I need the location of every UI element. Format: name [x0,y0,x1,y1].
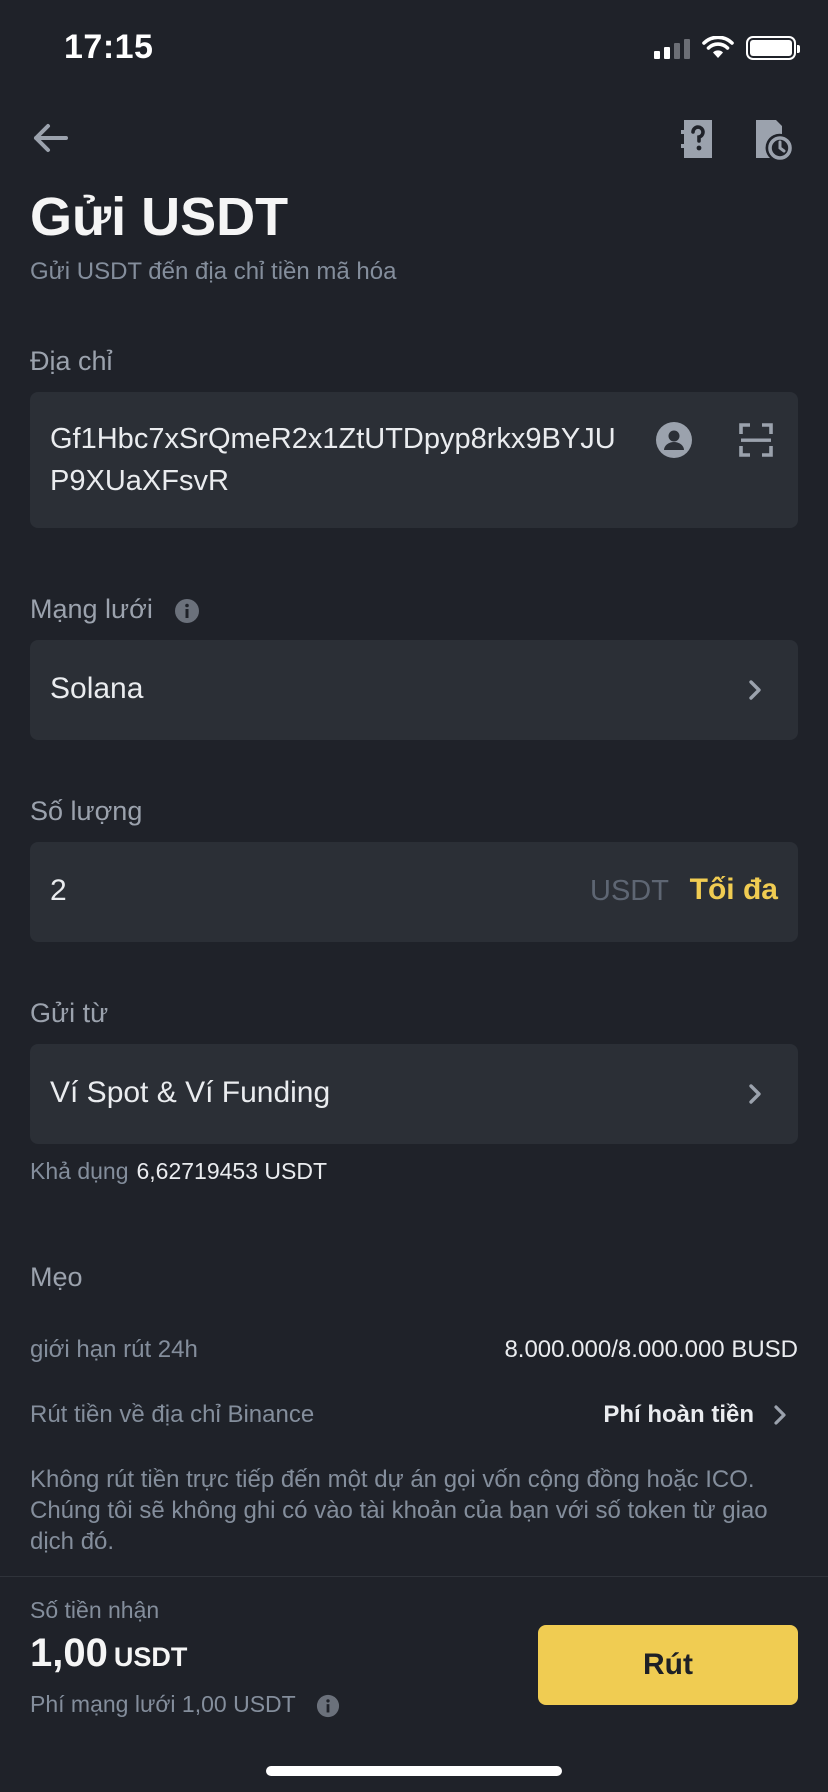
history-record-icon[interactable] [752,118,792,160]
address-input[interactable]: Gf1Hbc7xSrQmeR2x1ZtUTDpyp8rkx9BYJUP9XUaX… [50,418,620,502]
binance-address-label: Rút tiền về địa chỉ Binance [30,1401,315,1428]
amount-input[interactable]: 2 [50,874,67,908]
ico-warning-notice: Không rút tiền trực tiếp đến một dự án g… [30,1466,768,1555]
network-label-text: Mạng lưới [30,594,153,624]
send-from-label: Gửi từ [30,998,109,1028]
bottom-bar: Số tiền nhận 1,00 USDT Phí mạng lưới 1,00… [0,1576,828,1792]
battery-icon [746,36,800,60]
status-icons [654,36,800,60]
chevron-right-icon [749,680,761,700]
back-arrow-icon[interactable] [28,116,72,160]
network-select[interactable]: Solana [30,640,798,740]
tips-title: Mẹo [30,1262,83,1292]
receive-label: Số tiền nhận [30,1597,160,1623]
page-title: Gửi USDT [30,187,289,247]
network-value: Solana [50,672,144,705]
network-label: Mạng lưới [30,594,200,625]
faq-help-icon[interactable] [678,118,718,160]
receive-amount: 1,00 USDT [30,1631,187,1676]
chevron-right-icon [749,1084,761,1104]
refund-fee-link[interactable]: Phí hoàn tiền [603,1401,754,1429]
available-value: 6,62719453 USDT [136,1158,327,1184]
info-icon[interactable] [174,598,200,624]
address-field[interactable]: Gf1Hbc7xSrQmeR2x1ZtUTDpyp8rkx9BYJUP9XUaX… [30,392,798,528]
amount-field[interactable]: 2 USDT Tối đa [30,842,798,942]
status-time: 17:15 [64,28,154,66]
scan-qr-icon[interactable] [738,422,774,458]
network-fee: Phí mạng lưới 1,00 USDT [30,1691,340,1718]
info-icon[interactable] [316,1694,340,1718]
amount-label: Số lượng [30,796,143,826]
chevron-right-icon [774,1405,786,1425]
receive-amount-unit: USDT [113,1642,188,1672]
withdraw-button[interactable]: Rút [538,1625,798,1705]
network-fee-text: Phí mạng lưới 1,00 USDT [30,1691,296,1717]
available-label: Khả dụng [30,1158,129,1184]
limit-value: 8.000.000/8.000.000 BUSD [504,1336,798,1363]
address-book-icon[interactable] [656,422,692,458]
available-balance: Khả dụng 6,62719453 USDT [30,1158,327,1185]
send-from-select[interactable]: Ví Spot & Ví Funding [30,1044,798,1144]
home-indicator [266,1766,562,1776]
page-subtitle: Gửi USDT đến địa chỉ tiền mã hóa [30,258,397,285]
address-label: Địa chỉ [30,346,113,376]
receive-amount-value: 1,00 [30,1631,108,1675]
send-from-value: Ví Spot & Ví Funding [50,1076,331,1109]
nav-bar [0,110,828,170]
status-bar: 17:15 [0,0,828,100]
limit-label: giới hạn rút 24h [30,1336,198,1363]
amount-unit: USDT [590,875,669,907]
wifi-icon [702,36,734,58]
max-button[interactable]: Tối đa [690,873,778,907]
cellular-signal-icon [654,37,690,59]
